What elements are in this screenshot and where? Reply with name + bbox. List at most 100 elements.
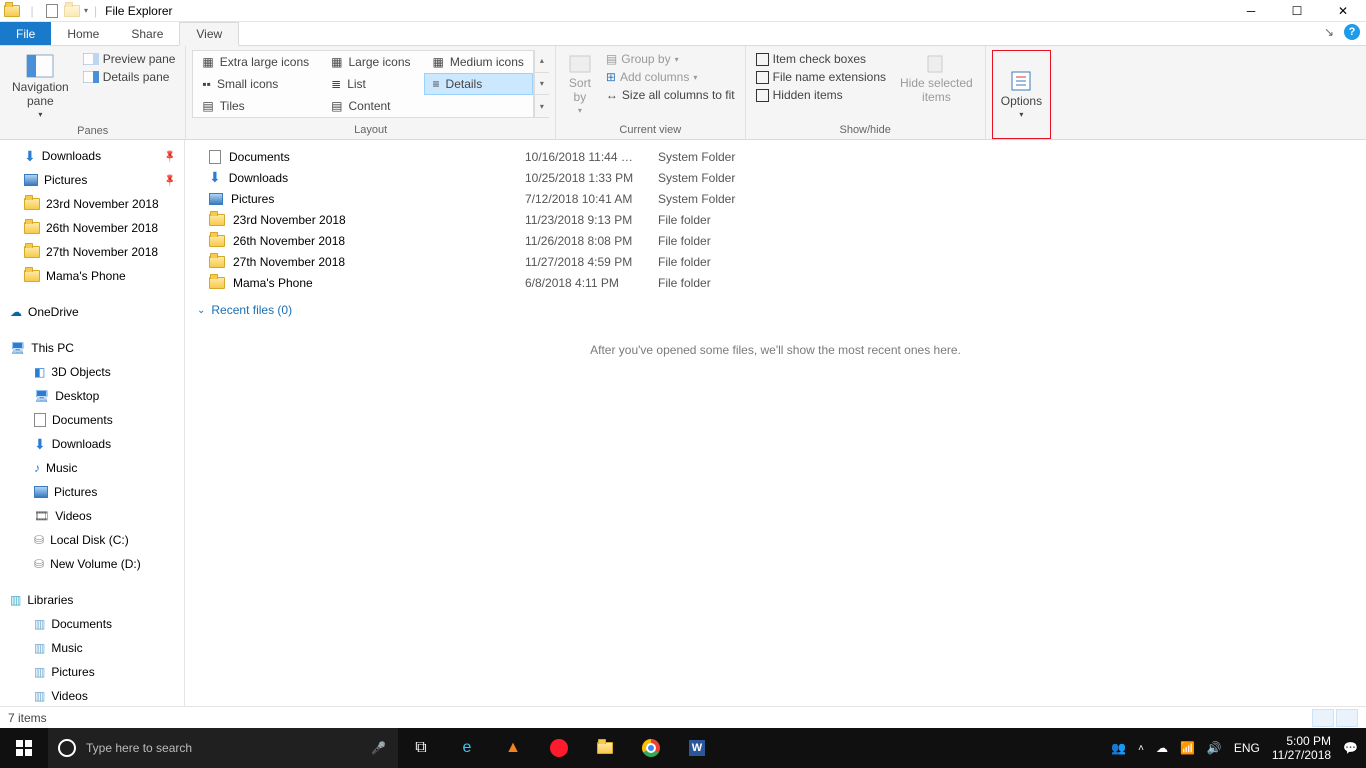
nav-item[interactable]: ⬇Downloads bbox=[0, 432, 184, 456]
file-row[interactable]: 26th November 201811/26/2018 8:08 PMFile… bbox=[197, 230, 1354, 251]
nav-thispc[interactable]: 🖥This PC bbox=[0, 336, 184, 360]
file-name-extensions-toggle[interactable]: File name extensions bbox=[752, 68, 890, 86]
recent-files-header[interactable]: ⌄ Recent files (0) bbox=[197, 303, 1354, 317]
layout-extra-large-icons[interactable]: ▦Extra large icons bbox=[193, 51, 318, 73]
start-button[interactable] bbox=[0, 728, 48, 768]
tray-up-icon[interactable]: ˄ bbox=[1138, 743, 1144, 754]
layout-large-icons[interactable]: ▦Large icons bbox=[322, 51, 419, 73]
nav-item[interactable]: ▥Pictures bbox=[0, 660, 184, 684]
tray-network-icon[interactable]: 📶 bbox=[1180, 741, 1195, 755]
extra-large-icons-icon: ▦ bbox=[202, 55, 213, 69]
file-name: Pictures bbox=[231, 192, 274, 206]
tab-view[interactable]: View bbox=[179, 22, 239, 46]
taskbar-app-explorer[interactable] bbox=[582, 728, 628, 768]
nav-item[interactable]: 🎞Videos bbox=[0, 504, 184, 528]
file-row[interactable]: 27th November 201811/27/2018 4:59 PMFile… bbox=[197, 251, 1354, 272]
nav-item[interactable]: 🖥Desktop bbox=[0, 384, 184, 408]
tray-language[interactable]: ENG bbox=[1234, 741, 1260, 755]
onedrive-icon: ☁ bbox=[10, 305, 22, 319]
statusbar-thumbnails-view-button[interactable] bbox=[1336, 709, 1358, 727]
layout-list[interactable]: ≣List bbox=[322, 73, 419, 95]
file-row[interactable]: Mama's Phone6/8/2018 4:11 PMFile folder bbox=[197, 272, 1354, 293]
folder-icon bbox=[24, 246, 40, 258]
nav-item[interactable]: ♪Music bbox=[0, 456, 184, 480]
layout-tiles[interactable]: ▤Tiles bbox=[193, 95, 318, 117]
group-by-button[interactable]: ▤Group by▾ bbox=[602, 50, 739, 68]
preview-pane-button[interactable]: Preview pane bbox=[79, 50, 180, 68]
add-columns-button[interactable]: ⊞Add columns▾ bbox=[602, 68, 739, 86]
taskbar: Type here to search 🎤 ⧉ e ▲ W 👥 ˄ ☁ 📶 🔊 … bbox=[0, 728, 1366, 768]
tray-onedrive-icon[interactable]: ☁ bbox=[1156, 741, 1168, 755]
layout-medium-icons[interactable]: ▦Medium icons bbox=[424, 51, 533, 73]
close-button[interactable]: ✕ bbox=[1320, 0, 1366, 22]
layout-small-icons[interactable]: ▪▪Small icons bbox=[193, 73, 318, 95]
nav-item[interactable]: ▥Documents bbox=[0, 612, 184, 636]
nav-item[interactable]: ⛁Local Disk (C:) bbox=[0, 528, 184, 552]
minimize-button[interactable]: ─ bbox=[1228, 0, 1274, 22]
taskbar-app-vlc[interactable]: ▲ bbox=[490, 728, 536, 768]
nav-item[interactable]: Documents bbox=[0, 408, 184, 432]
nav-libraries[interactable]: ▥Libraries bbox=[0, 588, 184, 612]
details-pane-button[interactable]: Details pane bbox=[79, 68, 180, 86]
file-row[interactable]: ⬇Downloads10/25/2018 1:33 PMSystem Folde… bbox=[197, 167, 1354, 188]
statusbar-details-view-button[interactable] bbox=[1312, 709, 1334, 727]
layout-details[interactable]: ≡Details bbox=[424, 73, 533, 95]
nav-item-label: 27th November 2018 bbox=[46, 245, 158, 259]
sort-by-button[interactable]: Sort by ▾ bbox=[562, 50, 598, 119]
maximize-button[interactable]: ☐ bbox=[1274, 0, 1320, 22]
taskbar-search[interactable]: Type here to search 🎤 bbox=[48, 728, 398, 768]
file-row[interactable]: Pictures7/12/2018 10:41 AMSystem Folder bbox=[197, 188, 1354, 209]
item-check-boxes-toggle[interactable]: Item check boxes bbox=[752, 50, 890, 68]
tab-home[interactable]: Home bbox=[51, 22, 115, 45]
nav-item-label: Documents bbox=[52, 413, 113, 427]
nav-onedrive[interactable]: ☁OneDrive bbox=[0, 300, 184, 324]
nav-item[interactable]: ▥Music bbox=[0, 636, 184, 660]
nav-item[interactable]: Pictures bbox=[0, 480, 184, 504]
tray-volume-icon[interactable]: 🔊 bbox=[1207, 741, 1222, 755]
taskbar-app-opera[interactable] bbox=[536, 728, 582, 768]
taskbar-app-edge[interactable]: e bbox=[444, 728, 490, 768]
qat-dropdown-icon[interactable]: ▾ bbox=[84, 6, 88, 15]
mic-icon[interactable]: 🎤 bbox=[371, 741, 386, 755]
task-view-button[interactable]: ⧉ bbox=[398, 728, 444, 768]
nav-item[interactable]: 26th November 2018 bbox=[0, 216, 184, 240]
tray-notifications-icon[interactable]: 💬 bbox=[1343, 741, 1358, 755]
qat-newfolder-icon[interactable] bbox=[64, 3, 80, 19]
nav-item[interactable]: ⬇Downloads bbox=[0, 144, 184, 168]
nav-item[interactable]: ⛁New Volume (D:) bbox=[0, 552, 184, 576]
hide-items-icon bbox=[924, 54, 948, 74]
hidden-items-toggle[interactable]: Hidden items bbox=[752, 86, 890, 104]
hide-selected-items-button[interactable]: Hide selected items bbox=[894, 50, 979, 108]
qat-properties-icon[interactable] bbox=[44, 3, 60, 19]
file-row[interactable]: Documents10/16/2018 11:44 …System Folder bbox=[197, 146, 1354, 167]
navigation-pane-button[interactable]: Navigation pane ▾ bbox=[6, 50, 75, 123]
layout-content[interactable]: ▤Content bbox=[322, 95, 419, 117]
nav-item[interactable]: Mama's Phone bbox=[0, 264, 184, 288]
options-button[interactable]: Options ▾ bbox=[995, 53, 1048, 136]
file-type: System Folder bbox=[658, 171, 735, 185]
taskbar-app-chrome[interactable] bbox=[628, 728, 674, 768]
size-all-columns-button[interactable]: ↔Size all columns to fit bbox=[602, 86, 739, 104]
group-by-icon: ▤ bbox=[606, 52, 617, 66]
nav-item[interactable]: ▥Videos bbox=[0, 684, 184, 708]
nav-item[interactable]: Pictures bbox=[0, 168, 184, 192]
tray-people-icon[interactable]: 👥 bbox=[1111, 741, 1126, 755]
content-area[interactable]: Documents10/16/2018 11:44 …System Folder… bbox=[185, 140, 1366, 728]
ribbon-group-layout: ▦Extra large icons ▦Large icons ▦Medium … bbox=[186, 46, 555, 139]
navigation-tree[interactable]: ⬇DownloadsPictures23rd November 201826th… bbox=[0, 140, 185, 728]
layout-scroll[interactable]: ▴▾▾ bbox=[534, 50, 549, 118]
tab-file[interactable]: File bbox=[0, 22, 51, 45]
nav-item[interactable]: 27th November 2018 bbox=[0, 240, 184, 264]
ribbon-group-options: Options ▾ bbox=[986, 46, 1057, 139]
folder-icon bbox=[24, 222, 40, 234]
minimize-ribbon-icon[interactable]: ↘ bbox=[1324, 25, 1334, 39]
tray-clock[interactable]: 5:00 PM 11/27/2018 bbox=[1272, 734, 1331, 763]
help-icon[interactable]: ? bbox=[1344, 24, 1360, 40]
nav-item-label: Pictures bbox=[54, 485, 97, 499]
ribbon-group-panes: Navigation pane ▾ Preview pane Details p… bbox=[0, 46, 186, 139]
nav-item[interactable]: ◧3D Objects bbox=[0, 360, 184, 384]
nav-item[interactable]: 23rd November 2018 bbox=[0, 192, 184, 216]
taskbar-app-word[interactable]: W bbox=[674, 728, 720, 768]
file-row[interactable]: 23rd November 201811/23/2018 9:13 PMFile… bbox=[197, 209, 1354, 230]
tab-share[interactable]: Share bbox=[115, 22, 179, 45]
